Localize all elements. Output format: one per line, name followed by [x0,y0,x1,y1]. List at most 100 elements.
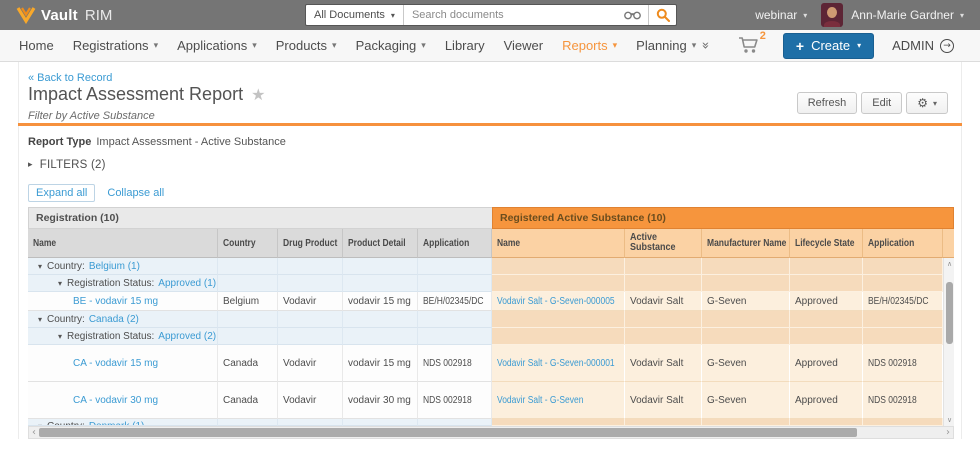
saved-searches-icon[interactable] [617,10,648,21]
header-scrollbar-stub [943,229,954,258]
column-header[interactable]: Drug Product [278,229,343,258]
caret-down-icon: ▾ [421,41,426,51]
search-button[interactable] [648,5,676,25]
nav-item-label: Registrations [73,38,149,53]
table-cell [418,419,492,426]
user-menu[interactable]: Ann-Marie Gardner ▾ [851,8,964,22]
cell-value: NDS 002918 [868,358,917,369]
vertical-scroll-thumb[interactable] [946,282,953,344]
group-count-link[interactable]: Denmark (1) [89,419,145,426]
nav-item-label: Reports [562,38,608,53]
create-button[interactable]: + Create ▾ [783,33,874,59]
table-cell: Vodavir [278,382,343,419]
vertical-scrollbar[interactable]: ∧ ∨ [943,258,954,426]
horizontal-scrollbar[interactable]: ‹ › [28,426,954,439]
column-header[interactable]: Name [28,229,218,258]
nav-item-applications[interactable]: Applications▾ [174,38,260,53]
column-header[interactable]: Lifecycle State [790,229,863,258]
edit-button[interactable]: Edit [861,92,902,114]
caret-down-icon[interactable]: ▾ [58,332,62,341]
panel-right-border [961,62,962,439]
favorite-star-icon[interactable]: ★ [251,85,265,104]
scroll-left-icon[interactable]: ‹ [32,427,36,438]
page-title: Impact Assessment Report [28,84,243,105]
nav-item-library[interactable]: Library [442,38,488,53]
group-count-link[interactable]: Approved (2) [158,331,216,342]
user-avatar[interactable] [821,3,843,27]
cell-value: Approved [795,395,838,406]
caret-down-icon[interactable]: ▾ [38,262,42,271]
group-label: Country: [47,314,85,325]
search-input[interactable] [404,9,617,21]
table-cell: ▾ Country: Canada (2) [28,311,218,328]
caret-down-icon[interactable]: ▾ [38,315,42,324]
nav-item-label: Packaging [356,38,417,53]
table-cell: BE - vodavir 15 mg [28,292,218,311]
nav-item-home[interactable]: Home [16,38,57,53]
table-cell [702,419,790,426]
table-cell [790,311,863,328]
caret-down-icon: ▾ [803,11,807,20]
admin-label: ADMIN [892,38,934,53]
expand-all-button[interactable]: Expand all [28,184,95,202]
substance-link[interactable]: Vodavir Salt - G-Seven-000001 [497,358,615,369]
table-cell [343,419,418,426]
column-header[interactable]: Name [492,229,625,258]
table-cell: Approved [790,382,863,419]
nav-item-reports[interactable]: Reports▾ [559,38,620,53]
scroll-down-icon[interactable]: ∨ [944,416,955,424]
substance-link[interactable]: Vodavir Salt - G-Seven-000005 [497,296,615,307]
scroll-up-icon[interactable]: ∧ [944,260,955,268]
admin-link[interactable]: ADMIN → [892,38,954,53]
column-header[interactable]: Active Substance [625,229,702,258]
vault-rim-logo[interactable]: Vault RIM [16,6,112,24]
table-cell [790,419,863,426]
column-header[interactable]: Application [418,229,492,258]
column-header[interactable]: Manufacturer Name [702,229,790,258]
registration-link[interactable]: BE - vodavir 15 mg [33,296,158,307]
nav-item-planning[interactable]: Planning▾ [633,38,699,53]
more-tabs-icon[interactable]: » [698,42,713,50]
column-header[interactable]: Product Detail [343,229,418,258]
column-header[interactable]: Country [218,229,278,258]
back-to-record-link[interactable]: « Back to Record [28,72,112,84]
cart-button[interactable]: 2 [737,33,765,59]
substance-link[interactable]: Vodavir Salt - G-Seven [497,395,583,406]
column-header-label: Country [223,238,256,249]
nav-item-products[interactable]: Products▾ [273,38,340,53]
group-count-link[interactable]: Belgium (1) [89,261,140,272]
scroll-right-icon[interactable]: › [946,427,950,438]
nav-items: HomeRegistrations▾Applications▾Products▾… [16,38,699,53]
nav-item-registrations[interactable]: Registrations▾ [70,38,161,53]
nav-item-packaging[interactable]: Packaging ▾ [353,38,429,53]
refresh-button[interactable]: Refresh [797,92,858,114]
nav-item-viewer[interactable]: Viewer [501,38,547,53]
horizontal-scroll-thumb[interactable] [39,428,857,437]
collapse-all-link[interactable]: Collapse all [107,187,164,199]
cell-value: Belgium [223,296,259,307]
cell-value: NDS 002918 [423,358,472,369]
table-cell [790,258,863,275]
registration-link[interactable]: CA - vodavir 15 mg [33,358,158,369]
search-scope-dropdown[interactable]: All Documents ▾ [306,5,404,25]
registration-link[interactable]: CA - vodavir 30 mg [33,395,158,406]
caret-down-icon: ▾ [252,41,257,51]
settings-menu-button[interactable]: ⚙ ▾ [906,92,948,114]
group-count-link[interactable]: Approved (1) [158,278,216,289]
group-count-link[interactable]: Canada (2) [89,314,139,325]
group-label: Country: [47,261,85,272]
report-content: « Back to Record Impact Assessment Repor… [0,62,980,451]
table-row: ▾Country:Denmark (1) [28,419,943,426]
filters-toggle[interactable]: ▸ FILTERS (2) [28,159,106,171]
table-cell [278,258,343,275]
report-type-label: Report Type [28,136,91,148]
cell-value: G-Seven [707,296,746,307]
column-header-label: Product Detail [348,238,406,249]
table-cell [790,275,863,292]
table-cell: Belgium [218,292,278,311]
vault-selector[interactable]: webinar ▾ [755,8,807,22]
caret-down-icon[interactable]: ▾ [38,419,42,426]
column-header[interactable]: Application [863,229,943,258]
admin-arrow-icon: → [940,39,954,53]
caret-down-icon[interactable]: ▾ [58,279,62,288]
